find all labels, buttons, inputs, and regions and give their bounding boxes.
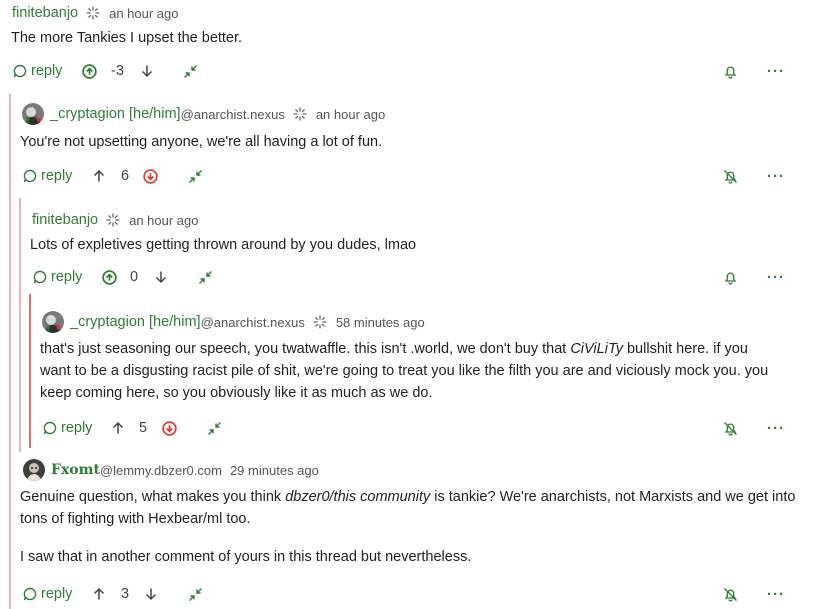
downvote-button[interactable]: [143, 165, 158, 187]
collapse-icon[interactable]: [188, 583, 203, 605]
more-options-icon[interactable]: ···: [767, 583, 785, 605]
comment-author[interactable]: finitebanjo: [12, 5, 78, 21]
vote-score: 5: [139, 420, 148, 436]
comment-actions: reply 5 ···: [29, 417, 814, 439]
comment-time: 58 minutes ago: [335, 314, 425, 330]
comment-actions: reply 3 ···: [10, 583, 814, 605]
sparkle-icon: [86, 6, 100, 20]
reply-icon: [13, 64, 27, 78]
downvote-button[interactable]: [162, 417, 177, 439]
comment-time: an hour ago: [315, 106, 386, 122]
comment-actions: reply 0 ···: [19, 266, 814, 288]
sparkle-icon: [293, 107, 307, 121]
avatar[interactable]: [22, 103, 44, 125]
downvote-button[interactable]: [155, 266, 167, 288]
comment-actions: reply 6 ···: [9, 165, 814, 187]
reply-label: reply: [41, 168, 73, 184]
comment-body: Lots of expletives getting thrown around…: [30, 237, 417, 253]
thread-line[interactable]: [19, 198, 21, 452]
reply-icon: [43, 421, 57, 435]
avatar[interactable]: [23, 459, 45, 481]
comment-4: _cryptagion [he/him] @anarchist.nexus 58…: [29, 294, 814, 448]
vote-score: 6: [121, 168, 130, 184]
upvote-button[interactable]: [112, 417, 124, 439]
collapse-icon[interactable]: [188, 165, 203, 187]
comment-time: an hour ago: [109, 5, 179, 21]
comment-2: _cryptagion [he/him] @anarchist.nexus an…: [9, 94, 814, 609]
reply-label: reply: [31, 63, 63, 79]
more-options-icon[interactable]: ···: [767, 165, 785, 187]
comment-body: that's just seasoning our speech, you tw…: [40, 341, 769, 401]
bell-off-icon[interactable]: [723, 417, 738, 439]
author-instance: @anarchist.nexus: [180, 106, 285, 122]
reply-button[interactable]: reply: [13, 60, 62, 82]
upvote-button[interactable]: [82, 60, 97, 82]
comment-body: You're not upsetting anyone, we're all h…: [20, 134, 383, 150]
comment-author[interactable]: finitebanjo: [32, 212, 98, 228]
author-instance: @anarchist.nexus: [200, 314, 305, 330]
collapse-icon[interactable]: [183, 60, 198, 82]
bell-off-icon[interactable]: [723, 165, 738, 187]
comment-3: finitebanjo an hour ago Lots of expletiv…: [19, 198, 814, 452]
reply-label: reply: [51, 269, 83, 285]
downvote-button[interactable]: [141, 60, 153, 82]
more-options-icon[interactable]: ···: [767, 60, 785, 82]
upvote-button[interactable]: [102, 266, 117, 288]
comment-1: finitebanjo an hour ago The more Tankies…: [0, 0, 814, 88]
upvote-button[interactable]: [93, 583, 105, 605]
comment-body: The more Tankies I upset the better.: [11, 30, 243, 46]
comment-time: 29 minutes ago: [229, 462, 319, 478]
bell-icon[interactable]: [724, 60, 737, 82]
more-options-icon[interactable]: ···: [767, 417, 785, 439]
collapse-icon[interactable]: [198, 266, 213, 288]
reply-button[interactable]: reply: [43, 417, 92, 439]
avatar[interactable]: [42, 311, 64, 333]
sparkle-icon: [313, 315, 327, 329]
downvote-button[interactable]: [145, 583, 157, 605]
collapse-icon[interactable]: [207, 417, 222, 439]
reply-icon: [23, 587, 37, 601]
comment-author[interactable]: _cryptagion [he/him]: [70, 314, 201, 330]
reply-button[interactable]: reply: [23, 583, 72, 605]
comment-body: Genuine question, what makes you think d…: [20, 489, 796, 565]
reply-button[interactable]: reply: [23, 165, 72, 187]
bell-off-icon[interactable]: [723, 583, 738, 605]
vote-score: 0: [130, 269, 139, 285]
reply-icon: [23, 169, 37, 183]
comment-5: Fxomt @lemmy.dbzer0.com 29 minutes ago G…: [10, 452, 814, 609]
sparkle-icon: [106, 213, 120, 227]
vote-score: -3: [111, 63, 124, 79]
comment-author[interactable]: Fxomt: [51, 462, 100, 478]
comment-time: an hour ago: [129, 212, 199, 228]
comment-author[interactable]: _cryptagion [he/him]: [50, 106, 181, 122]
reply-label: reply: [61, 420, 93, 436]
bell-icon[interactable]: [724, 266, 737, 288]
upvote-button[interactable]: [93, 165, 105, 187]
reply-label: reply: [41, 586, 73, 602]
reply-button[interactable]: reply: [33, 266, 82, 288]
comment-actions: reply -3 ···: [0, 60, 814, 82]
reply-icon: [33, 270, 47, 284]
vote-score: 3: [121, 586, 130, 602]
more-options-icon[interactable]: ···: [767, 266, 785, 288]
author-instance: @lemmy.dbzer0.com: [99, 462, 222, 478]
